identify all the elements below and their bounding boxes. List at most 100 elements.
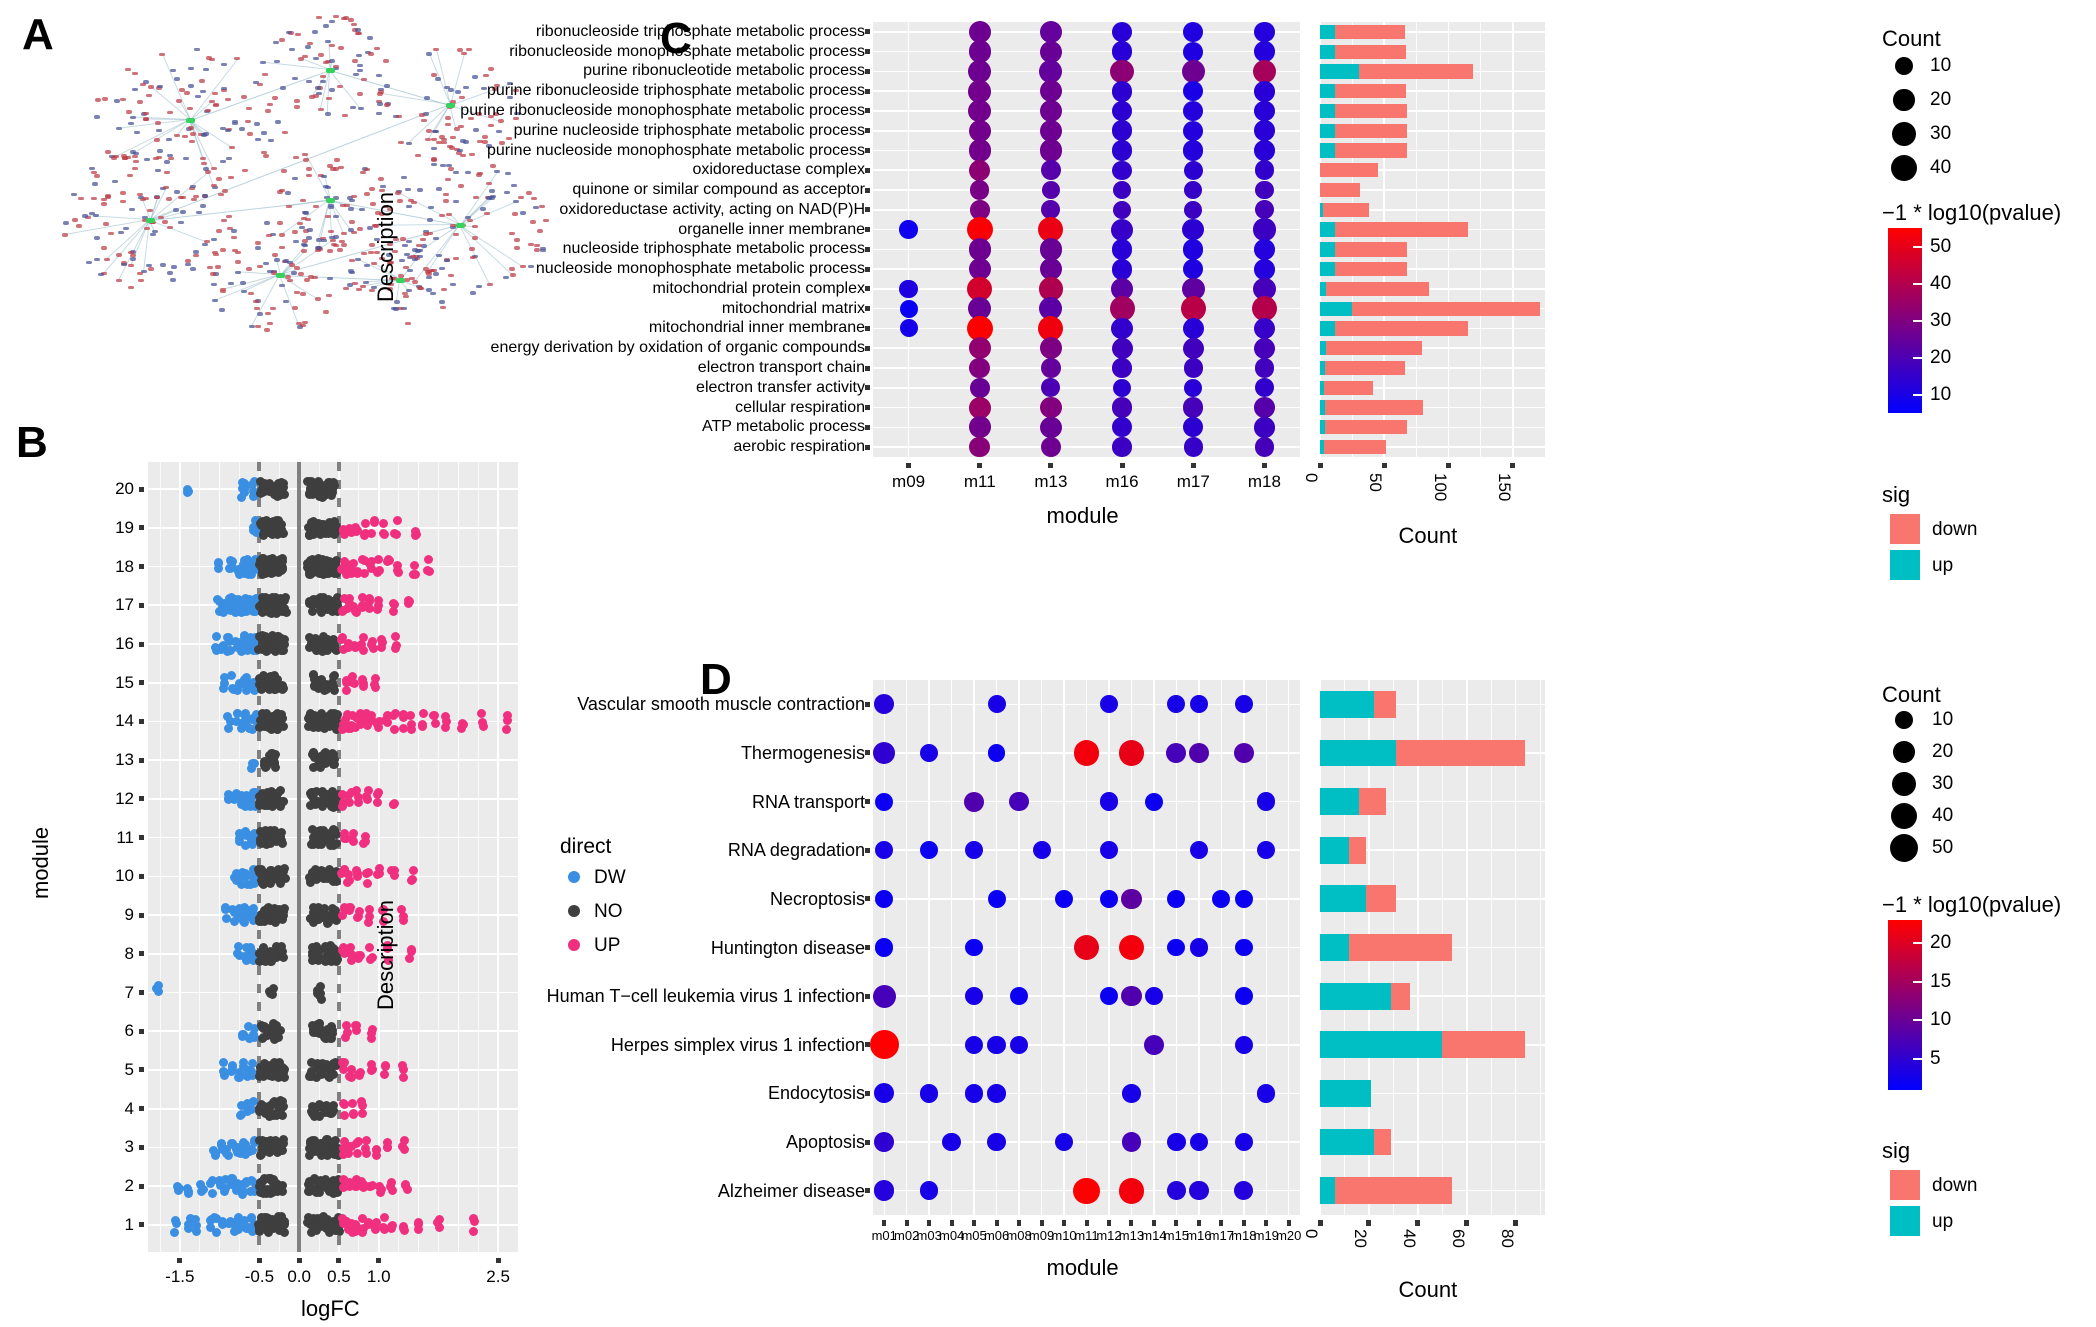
network-node <box>341 243 348 247</box>
panel-b-point <box>408 866 418 876</box>
network-node <box>305 173 312 177</box>
panel-b-yaxis-title: module <box>28 826 53 899</box>
panel-c-ytick-mark <box>865 405 870 411</box>
panel-c-bar-down <box>1325 400 1423 415</box>
panel-d-bar-xtick-label: 80 <box>1497 1229 1517 1248</box>
network-node <box>254 137 261 142</box>
panel-b-ytick-mark <box>139 1067 144 1073</box>
network-node <box>101 246 108 250</box>
panel-c-xtick-label: m09 <box>892 472 926 491</box>
panel-c-dot <box>968 99 992 123</box>
panel-d-chart: Vascular smooth muscle contraction Thermo… <box>373 660 2096 1327</box>
network-node <box>152 156 159 160</box>
network-node <box>167 110 174 115</box>
network-node <box>254 122 261 126</box>
panel-c-legend-color-tick <box>1913 393 1922 396</box>
network-node <box>392 307 399 311</box>
network-node <box>332 14 339 19</box>
panel-c-dot <box>969 159 991 181</box>
panel-b-point <box>275 802 285 812</box>
panel-c-ytick-label: electron transfer activity <box>696 378 865 396</box>
panel-c-legend-count-dot <box>1895 57 1913 75</box>
network-node <box>210 166 217 171</box>
network-node <box>120 154 127 158</box>
panel-d-legend-color-label: 20 <box>1930 932 1952 954</box>
network-node <box>104 150 111 154</box>
network-node <box>264 311 271 315</box>
network-node <box>325 214 332 219</box>
panel-d-dot <box>1121 1132 1142 1152</box>
panel-c-ytick-mark <box>865 424 870 430</box>
network-node <box>242 168 249 173</box>
panel-c-gridline-y <box>873 327 1300 330</box>
network-node <box>241 289 248 294</box>
network-node <box>282 259 289 263</box>
panel-b-point <box>183 1189 193 1199</box>
panel-d-ytick-label: Endocytosis <box>767 1083 865 1104</box>
network-node <box>206 265 213 270</box>
panel-d-dot <box>1121 888 1142 910</box>
panel-c-dot <box>899 220 918 239</box>
panel-c-dot <box>1112 160 1132 180</box>
panel-d-yaxis-title: Description <box>373 899 398 1010</box>
panel-c-dot <box>1181 59 1205 83</box>
panel-c-ytick-label: ribonucleoside triphosphate metabolic pr… <box>535 22 865 40</box>
panel-b-xaxis-title: logFC <box>301 1296 360 1321</box>
panel-d-xtick-mark <box>1129 1220 1134 1226</box>
panel-b-gridline-x <box>218 462 221 1252</box>
panel-c-dot <box>1255 180 1274 200</box>
panel-b-point <box>370 679 379 689</box>
panel-d-xtick-mark <box>904 1220 909 1226</box>
panel-c-dot <box>1112 358 1132 378</box>
panel-c-bar-down <box>1335 123 1408 138</box>
network-node <box>245 119 252 123</box>
network-node <box>93 213 100 217</box>
panel-c-ytick-label: purine nucleoside triphosphate metabolic… <box>513 121 865 139</box>
panel-c-dot <box>1111 239 1133 260</box>
network-node <box>167 271 174 275</box>
network-node <box>145 93 152 98</box>
panel-c-legend-count-dot <box>1891 155 1917 181</box>
network-edge <box>162 53 191 121</box>
network-node <box>285 30 292 35</box>
panel-b-gridline-x-minor <box>318 462 320 1252</box>
panel-c-bar-up <box>1320 123 1336 138</box>
panel-c-legend-sig-swatch-down <box>1890 514 1920 544</box>
network-node <box>400 237 407 241</box>
network-node <box>263 154 270 158</box>
panel-c-dot <box>1111 317 1133 340</box>
panel-c-ytick-label: energy derivation by oxidation of organi… <box>490 339 865 357</box>
panel-d-ytick-label: Vascular smooth muscle contraction <box>577 694 865 715</box>
network-node <box>322 24 329 28</box>
network-node <box>160 263 167 267</box>
network-node <box>120 191 127 195</box>
panel-d-dot <box>1143 1034 1164 1055</box>
panel-d-bar-up <box>1320 1177 1335 1205</box>
network-node <box>349 220 356 224</box>
panel-b-ytick-label: 6 <box>124 1021 134 1041</box>
panel-b-gridline-x-minor <box>358 462 360 1252</box>
panel-c-dot <box>1183 41 1204 62</box>
panel-d-xtick-mark <box>1151 1220 1156 1226</box>
network-node <box>240 95 247 99</box>
network-node <box>136 271 143 276</box>
panel-b-xtick-mark <box>495 1258 501 1263</box>
network-node <box>328 59 335 63</box>
network-node <box>76 224 83 228</box>
network-node <box>356 287 363 292</box>
panel-d-ytick-label: Alzheimer disease <box>717 1180 865 1201</box>
network-node <box>291 271 298 275</box>
network-node <box>191 197 197 202</box>
panel-c-legend-sig-title: sig <box>1882 482 1911 507</box>
panel-c-dot <box>1254 100 1275 122</box>
panel-c-legend-sig-label: up <box>1932 555 1954 576</box>
panel-d-legend-color-title: −1 * log10(pvalue) <box>1882 892 2062 917</box>
network-node <box>146 208 153 213</box>
network-node <box>85 260 92 265</box>
panel-d-ytick-mark <box>865 847 870 853</box>
panel-d-bar-up <box>1320 1031 1443 1059</box>
panel-d-bar-xtick-mark <box>1464 1220 1470 1226</box>
network-node <box>188 126 195 130</box>
network-node <box>281 169 288 173</box>
panel-c-legend-color-tick <box>1913 319 1922 322</box>
